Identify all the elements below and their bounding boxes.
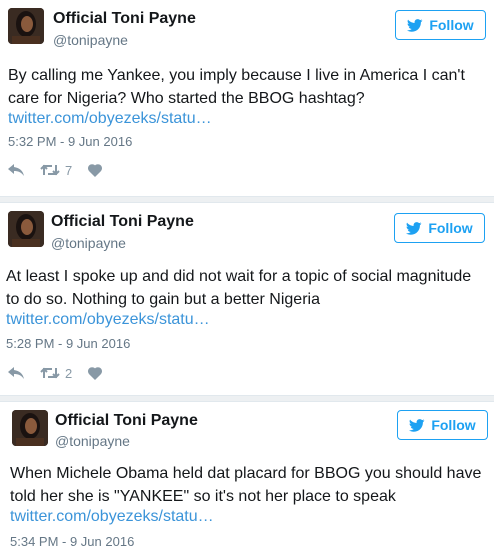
avatar[interactable] bbox=[12, 410, 48, 446]
reply-arrow-icon bbox=[8, 164, 24, 176]
tweet-text: When Michele Obama held dat placard for … bbox=[10, 465, 482, 505]
heart-icon bbox=[88, 366, 103, 380]
reply-button[interactable] bbox=[8, 367, 24, 379]
tweet-text: At least I spoke up and did not wait for… bbox=[6, 268, 472, 308]
heart-icon bbox=[88, 163, 103, 177]
avatar[interactable] bbox=[8, 8, 44, 44]
avatar[interactable] bbox=[8, 211, 44, 247]
tweet-divider bbox=[0, 196, 494, 203]
reply-button[interactable] bbox=[8, 164, 24, 176]
retweet-button[interactable]: 2 bbox=[40, 366, 72, 381]
author-name[interactable]: Official Toni Payne bbox=[55, 412, 198, 430]
follow-button[interactable]: Follow bbox=[395, 10, 486, 40]
reply-arrow-icon bbox=[8, 367, 24, 379]
author-name[interactable]: Official Toni Payne bbox=[53, 10, 196, 28]
author-handle[interactable]: @tonipayne bbox=[55, 433, 130, 449]
tweet-link[interactable]: twitter.com/obyezeks/statu… bbox=[8, 110, 212, 128]
tweet-link[interactable]: twitter.com/obyezeks/statu… bbox=[10, 508, 214, 526]
tweet-actions: 7 bbox=[8, 160, 103, 180]
tweet-timestamp[interactable]: 5:32 PM - 9 Jun 2016 bbox=[8, 134, 132, 149]
tweet-card: Official Toni Payne @tonipayne Follow Wh… bbox=[0, 402, 494, 554]
follow-label: Follow bbox=[431, 417, 476, 433]
tweet-text: By calling me Yankee, you imply because … bbox=[8, 67, 465, 107]
retweet-count: 7 bbox=[65, 162, 73, 178]
tweet-actions: 2 bbox=[8, 363, 103, 383]
retweet-icon bbox=[40, 367, 60, 379]
twitter-bird-icon bbox=[406, 221, 422, 235]
tweet-card: Official Toni Payne @tonipayne Follow At… bbox=[0, 203, 494, 395]
retweet-button[interactable]: 7 bbox=[40, 163, 72, 178]
twitter-bird-icon bbox=[409, 418, 425, 432]
author-handle[interactable]: @tonipayne bbox=[51, 235, 126, 251]
tweet-link[interactable]: twitter.com/obyezeks/statu… bbox=[6, 311, 210, 329]
retweet-count: 2 bbox=[65, 365, 73, 381]
tweet-divider bbox=[0, 395, 494, 402]
tweet-timestamp[interactable]: 5:28 PM - 9 Jun 2016 bbox=[6, 336, 130, 351]
twitter-bird-icon bbox=[407, 18, 423, 32]
author-handle[interactable]: @tonipayne bbox=[53, 32, 128, 48]
author-name[interactable]: Official Toni Payne bbox=[51, 213, 194, 231]
follow-label: Follow bbox=[428, 220, 473, 236]
follow-button[interactable]: Follow bbox=[397, 410, 488, 440]
tweet-card: Official Toni Payne @tonipayne Follow By… bbox=[0, 0, 494, 196]
retweet-icon bbox=[40, 164, 60, 176]
like-button[interactable] bbox=[88, 366, 103, 380]
tweet-timestamp[interactable]: 5:34 PM - 9 Jun 2016 bbox=[10, 534, 134, 549]
follow-label: Follow bbox=[429, 17, 474, 33]
follow-button[interactable]: Follow bbox=[394, 213, 485, 243]
like-button[interactable] bbox=[88, 163, 103, 177]
